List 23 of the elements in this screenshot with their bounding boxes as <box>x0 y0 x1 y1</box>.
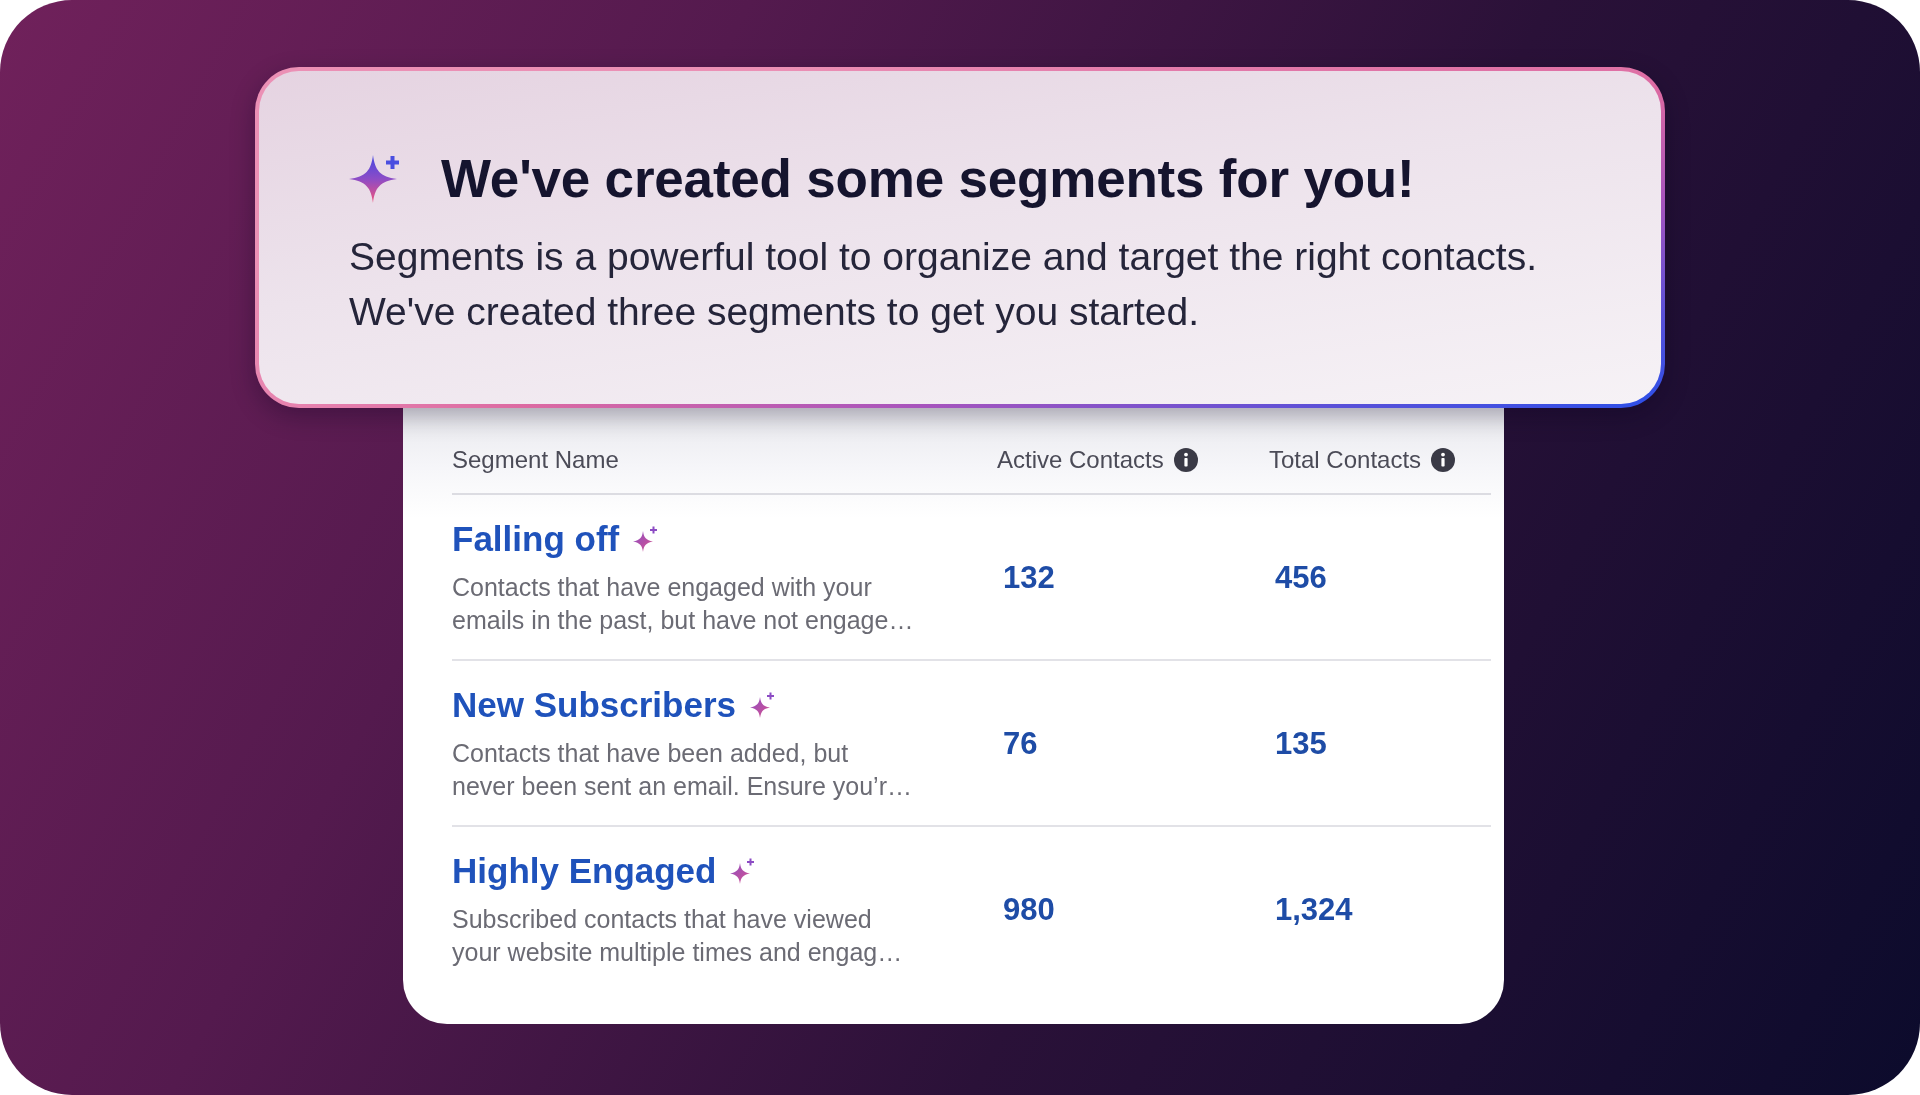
sparkle-icon <box>750 692 774 718</box>
active-count: 76 <box>1002 726 1038 762</box>
column-header: Segment Name <box>452 446 619 474</box>
info-icon[interactable] <box>1431 448 1456 472</box>
active-count: 980 <box>1002 892 1055 928</box>
total-count: 456 <box>1274 560 1327 596</box>
segment-description: Contacts that have engaged with your emails in the past, but have not engage… <box>452 572 915 636</box>
column-header: Active Contacts <box>997 446 1164 474</box>
banner-title: We've created some segments for you! <box>441 149 1415 209</box>
column-header: Total Contacts <box>1269 446 1422 474</box>
sparkle-icon <box>730 858 755 884</box>
active-count: 132 <box>1002 560 1055 596</box>
segment-link[interactable]: New Subscribers <box>452 685 736 725</box>
total-count: 1,324 <box>1274 892 1353 928</box>
segment-description: Contacts that have been added, but never been sent an email. Ensure you’r… <box>452 738 913 802</box>
segment-link[interactable]: Highly Engaged <box>452 851 717 891</box>
segment-description: Subscribed contacts that have viewed your website multiple times and engag… <box>452 904 904 968</box>
segment-link[interactable]: Falling off <box>452 519 620 559</box>
banner-description: Segments is a powerful tool to organize and target the right contacts. We've created three segments to get you started. <box>349 234 1538 335</box>
sparkle-icon <box>633 526 658 552</box>
sparkle-icon <box>349 155 399 203</box>
total-count: 135 <box>1274 726 1327 762</box>
info-icon[interactable] <box>1173 448 1198 472</box>
